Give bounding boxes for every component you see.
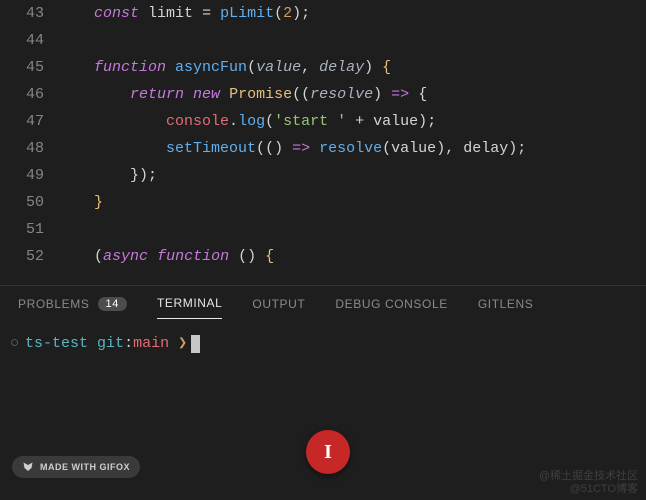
tab-label: OUTPUT	[252, 297, 305, 311]
prompt-branch: main	[133, 333, 169, 355]
tab-gitlens[interactable]: GITLENS	[478, 297, 534, 319]
prompt-directory: ts-test	[25, 333, 88, 355]
tab-badge: 14	[98, 297, 127, 311]
prompt-git-label: git	[97, 333, 124, 355]
line-number: 47	[0, 108, 44, 135]
watermark-line: @51CTO博客	[539, 483, 638, 496]
prompt-status-icon: ○	[10, 333, 19, 355]
tab-output[interactable]: OUTPUT	[252, 297, 305, 319]
line-number: 43	[0, 0, 44, 27]
code-line[interactable]	[58, 216, 646, 243]
code-line[interactable]: const limit = pLimit(2);	[58, 0, 646, 27]
tab-label: DEBUG CONSOLE	[335, 297, 448, 311]
tab-debug-console[interactable]: DEBUG CONSOLE	[335, 297, 448, 319]
code-line[interactable]: });	[58, 162, 646, 189]
code-line[interactable]	[58, 27, 646, 54]
watermark-line: @稀土掘金技术社区	[539, 470, 638, 483]
gifox-label: MADE WITH GIFOX	[40, 462, 130, 472]
line-number: 49	[0, 162, 44, 189]
text-cursor-icon: I	[324, 441, 332, 464]
prompt-angle-icon: ❯	[178, 333, 187, 355]
line-number: 50	[0, 189, 44, 216]
code-area[interactable]: const limit = pLimit(2); function asyncF…	[58, 0, 646, 285]
code-line[interactable]: console.log('start ' + value);	[58, 108, 646, 135]
tab-problems[interactable]: PROBLEMS 14	[18, 297, 127, 319]
code-line[interactable]: }	[58, 189, 646, 216]
watermark: @稀土掘金技术社区 @51CTO博客	[539, 470, 638, 496]
tab-label: PROBLEMS	[18, 297, 90, 311]
gifox-badge: MADE WITH GIFOX	[12, 456, 140, 478]
fox-icon	[22, 461, 34, 473]
code-line[interactable]: function asyncFun(value, delay) {	[58, 54, 646, 81]
code-line[interactable]: return new Promise((resolve) => {	[58, 81, 646, 108]
line-number: 48	[0, 135, 44, 162]
tab-label: GITLENS	[478, 297, 534, 311]
panel-tabs: PROBLEMS 14 TERMINAL OUTPUT DEBUG CONSOLE GIT…	[0, 286, 646, 319]
line-number: 51	[0, 216, 44, 243]
line-number-gutter: 43444546474849505152	[0, 0, 58, 285]
tab-terminal[interactable]: TERMINAL	[157, 296, 222, 319]
line-number: 44	[0, 27, 44, 54]
line-number: 45	[0, 54, 44, 81]
prompt-colon: :	[124, 333, 133, 355]
record-cursor-indicator: I	[306, 430, 350, 474]
code-editor[interactable]: 43444546474849505152 const limit = pLimi…	[0, 0, 646, 285]
tab-label: TERMINAL	[157, 296, 222, 310]
code-line[interactable]: (async function () {	[58, 243, 646, 270]
line-number: 52	[0, 243, 44, 270]
terminal-cursor	[191, 335, 200, 353]
code-line[interactable]: setTimeout(() => resolve(value), delay);	[58, 135, 646, 162]
line-number: 46	[0, 81, 44, 108]
